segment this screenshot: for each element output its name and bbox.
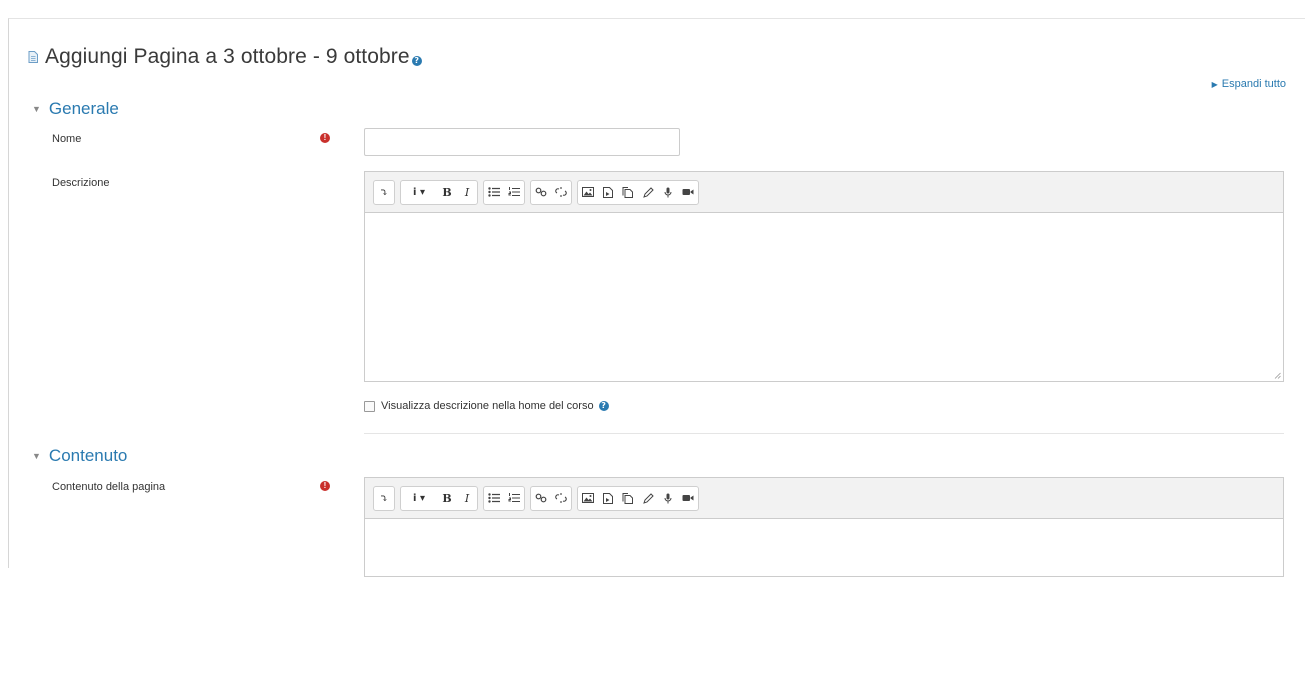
link-button[interactable] bbox=[531, 487, 551, 510]
name-input[interactable] bbox=[364, 128, 680, 156]
editor-toolbar: ⤵ i ▾ B I bbox=[365, 172, 1283, 213]
unlink-button[interactable] bbox=[551, 181, 571, 204]
bold-button[interactable]: B bbox=[437, 487, 457, 510]
image-icon bbox=[582, 493, 594, 503]
section-content-toggle[interactable]: ▼ Contenuto bbox=[32, 446, 127, 466]
record-audio-button[interactable] bbox=[658, 181, 678, 204]
microphone-icon bbox=[664, 187, 672, 197]
draw-button[interactable] bbox=[638, 181, 658, 204]
unordered-list-button[interactable] bbox=[484, 487, 504, 510]
caret-down-icon: ▼ bbox=[32, 104, 41, 114]
media-file-icon bbox=[603, 492, 613, 504]
toolbar-group-style: i ▾ B I bbox=[400, 485, 478, 511]
paragraph-style-button[interactable]: i ▾ bbox=[401, 181, 437, 204]
link-icon bbox=[535, 493, 547, 503]
numbered-list-icon bbox=[508, 493, 520, 502]
name-label: Nome bbox=[52, 133, 82, 145]
toolbar-group-collapse: ⤵ bbox=[373, 179, 395, 205]
insert-image-button[interactable] bbox=[578, 181, 598, 204]
record-video-button[interactable] bbox=[678, 487, 698, 510]
record-audio-button[interactable] bbox=[658, 487, 678, 510]
resize-handle-icon[interactable] bbox=[1273, 371, 1281, 379]
bullet-list-icon bbox=[488, 493, 500, 503]
caret-down-icon: ▼ bbox=[32, 451, 41, 461]
expand-all-link[interactable]: ▶ Espandi tutto bbox=[1212, 78, 1286, 90]
required-icon: ! bbox=[320, 481, 330, 491]
microphone-icon bbox=[664, 493, 672, 503]
collapse-button[interactable]: ⤵ bbox=[374, 181, 394, 204]
video-camera-icon bbox=[682, 495, 694, 501]
section-general-toggle[interactable]: ▼ Generale bbox=[32, 99, 119, 119]
help-icon[interactable]: ? bbox=[411, 56, 422, 66]
pencil-icon bbox=[642, 186, 654, 198]
toolbar-group-media bbox=[577, 179, 699, 205]
ordered-list-button[interactable] bbox=[504, 181, 524, 204]
italic-button[interactable]: I bbox=[457, 487, 477, 510]
manage-files-button[interactable] bbox=[618, 181, 638, 204]
unlink-icon bbox=[555, 493, 567, 503]
unordered-list-button[interactable] bbox=[484, 181, 504, 204]
toolbar-group-links bbox=[530, 485, 572, 511]
toolbar-group-lists bbox=[483, 179, 525, 205]
toolbar-group-collapse: ⤵ bbox=[373, 485, 395, 511]
section-general-legend: Generale bbox=[48, 99, 119, 118]
record-video-button[interactable] bbox=[678, 181, 698, 204]
expand-all-label: Espandi tutto bbox=[1221, 78, 1286, 90]
italic-button[interactable]: I bbox=[457, 181, 477, 204]
insert-media-button[interactable] bbox=[598, 487, 618, 510]
description-editor: ⤵ i ▾ B I bbox=[364, 171, 1284, 382]
required-icon: ! bbox=[320, 133, 330, 143]
show-description-label: Visualizza descrizione nella home del co… bbox=[381, 400, 594, 412]
manage-files-button[interactable] bbox=[618, 487, 638, 510]
paragraph-style-button[interactable]: i ▾ bbox=[401, 487, 437, 510]
toolbar-group-links bbox=[530, 179, 572, 205]
page-content-area[interactable] bbox=[365, 519, 1283, 687]
help-icon[interactable]: ? bbox=[598, 401, 609, 411]
page-header: Aggiungi Pagina a 3 ottobre - 9 ottobre … bbox=[28, 45, 422, 69]
files-icon bbox=[622, 492, 633, 504]
triangle-right-icon: ▶ bbox=[1211, 80, 1218, 89]
ordered-list-button[interactable] bbox=[504, 487, 524, 510]
draw-button[interactable] bbox=[638, 487, 658, 510]
page-content-label: Contenuto della pagina bbox=[52, 481, 166, 493]
section-content-legend: Contenuto bbox=[48, 446, 128, 465]
unlink-button[interactable] bbox=[551, 487, 571, 510]
editor-toolbar: ⤵ i ▾ B I bbox=[365, 478, 1283, 519]
files-icon bbox=[622, 186, 633, 198]
description-content-area[interactable] bbox=[365, 213, 1283, 381]
media-file-icon bbox=[603, 186, 613, 198]
image-icon bbox=[582, 187, 594, 197]
show-description-checkbox[interactable] bbox=[364, 400, 375, 412]
show-description-row: Visualizza descrizione nella home del co… bbox=[364, 400, 609, 412]
toolbar-group-lists bbox=[483, 485, 525, 511]
bold-button[interactable]: B bbox=[437, 181, 457, 204]
pencil-icon bbox=[642, 492, 654, 504]
link-button[interactable] bbox=[531, 181, 551, 204]
page-content-editor: ⤵ i ▾ B I bbox=[364, 477, 1284, 577]
toolbar-group-style: i ▾ B I bbox=[400, 179, 478, 205]
video-camera-icon bbox=[682, 189, 694, 195]
bullet-list-icon bbox=[488, 187, 500, 197]
toolbar-group-media bbox=[577, 485, 699, 511]
numbered-list-icon bbox=[508, 187, 520, 196]
collapse-button[interactable]: ⤵ bbox=[374, 487, 394, 510]
page-icon bbox=[28, 51, 38, 63]
page-title: Aggiungi Pagina a 3 ottobre - 9 ottobre bbox=[45, 45, 410, 68]
section-divider bbox=[364, 433, 1284, 434]
insert-image-button[interactable] bbox=[578, 487, 598, 510]
insert-media-button[interactable] bbox=[598, 181, 618, 204]
description-label: Descrizione bbox=[52, 177, 110, 189]
link-icon bbox=[535, 187, 547, 197]
unlink-icon bbox=[555, 187, 567, 197]
